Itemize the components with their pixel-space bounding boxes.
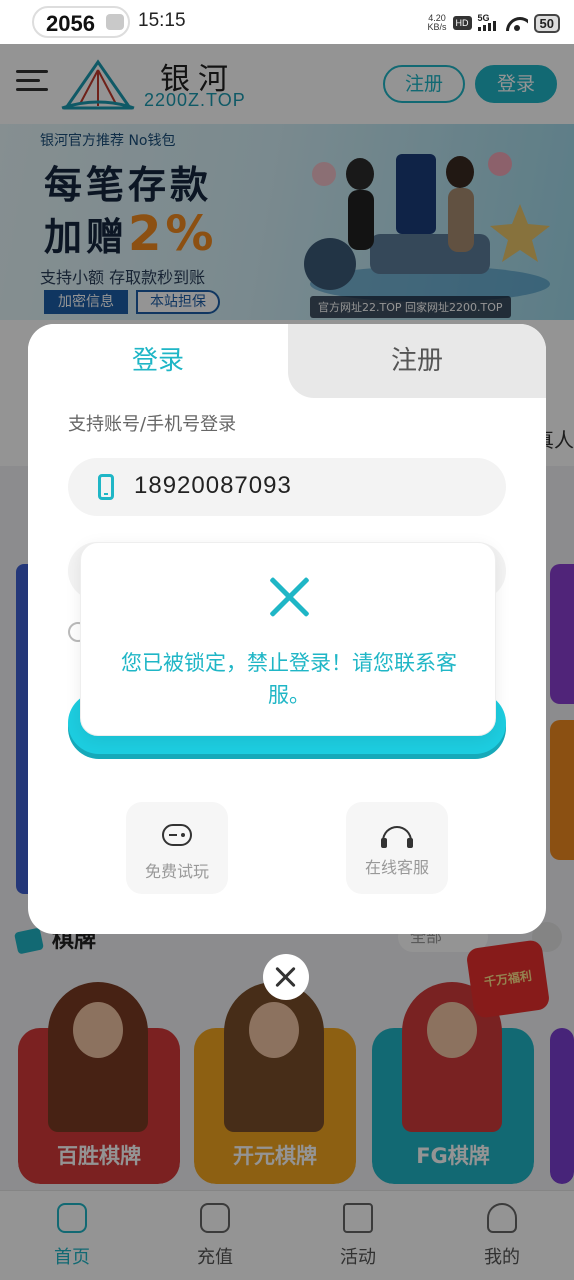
phone-field[interactable] [68,458,506,516]
battery-icon: 50 [533,13,560,33]
close-modal-button[interactable] [263,954,309,1000]
online-service-button[interactable]: 在线客服 [346,802,448,894]
login-hint: 支持账号/手机号登录 [68,414,237,435]
status-pill: 2056 [32,6,130,38]
status-indicators: 4.20 KB/s HD 5G 50 [428,10,560,36]
status-time: 15:15 [138,10,186,31]
phone-icon [98,474,114,500]
free-trial-button[interactable]: 免费试玩 [126,802,228,894]
message-icon [106,14,124,30]
signal-icon: 5G [477,13,500,33]
online-service-label: 在线客服 [364,858,429,877]
status-bar: 2056 15:15 4.20 KB/s HD 5G 50 [0,0,574,44]
wifi-icon [506,15,528,31]
headset-icon [381,826,413,848]
free-trial-label: 免费试玩 [144,862,209,881]
net-speed: 4.20 KB/s [428,14,447,32]
hd-icon: HD [452,16,472,30]
error-toast: 您已被锁定，禁止登录！请您联系客服。 [80,542,496,736]
tab-register[interactable]: 注册 [288,324,546,398]
gamepad-icon [162,824,192,846]
status-pill-number: 2056 [46,11,95,36]
error-x-icon [267,575,311,619]
phone-input[interactable] [134,472,474,500]
modal-tabs: 登录 注册 [28,324,546,398]
tab-login[interactable]: 登录 [28,324,288,398]
net-speed-unit: KB/s [427,22,447,32]
error-message: 您已被锁定，禁止登录！请您联系客服。 [121,651,457,707]
